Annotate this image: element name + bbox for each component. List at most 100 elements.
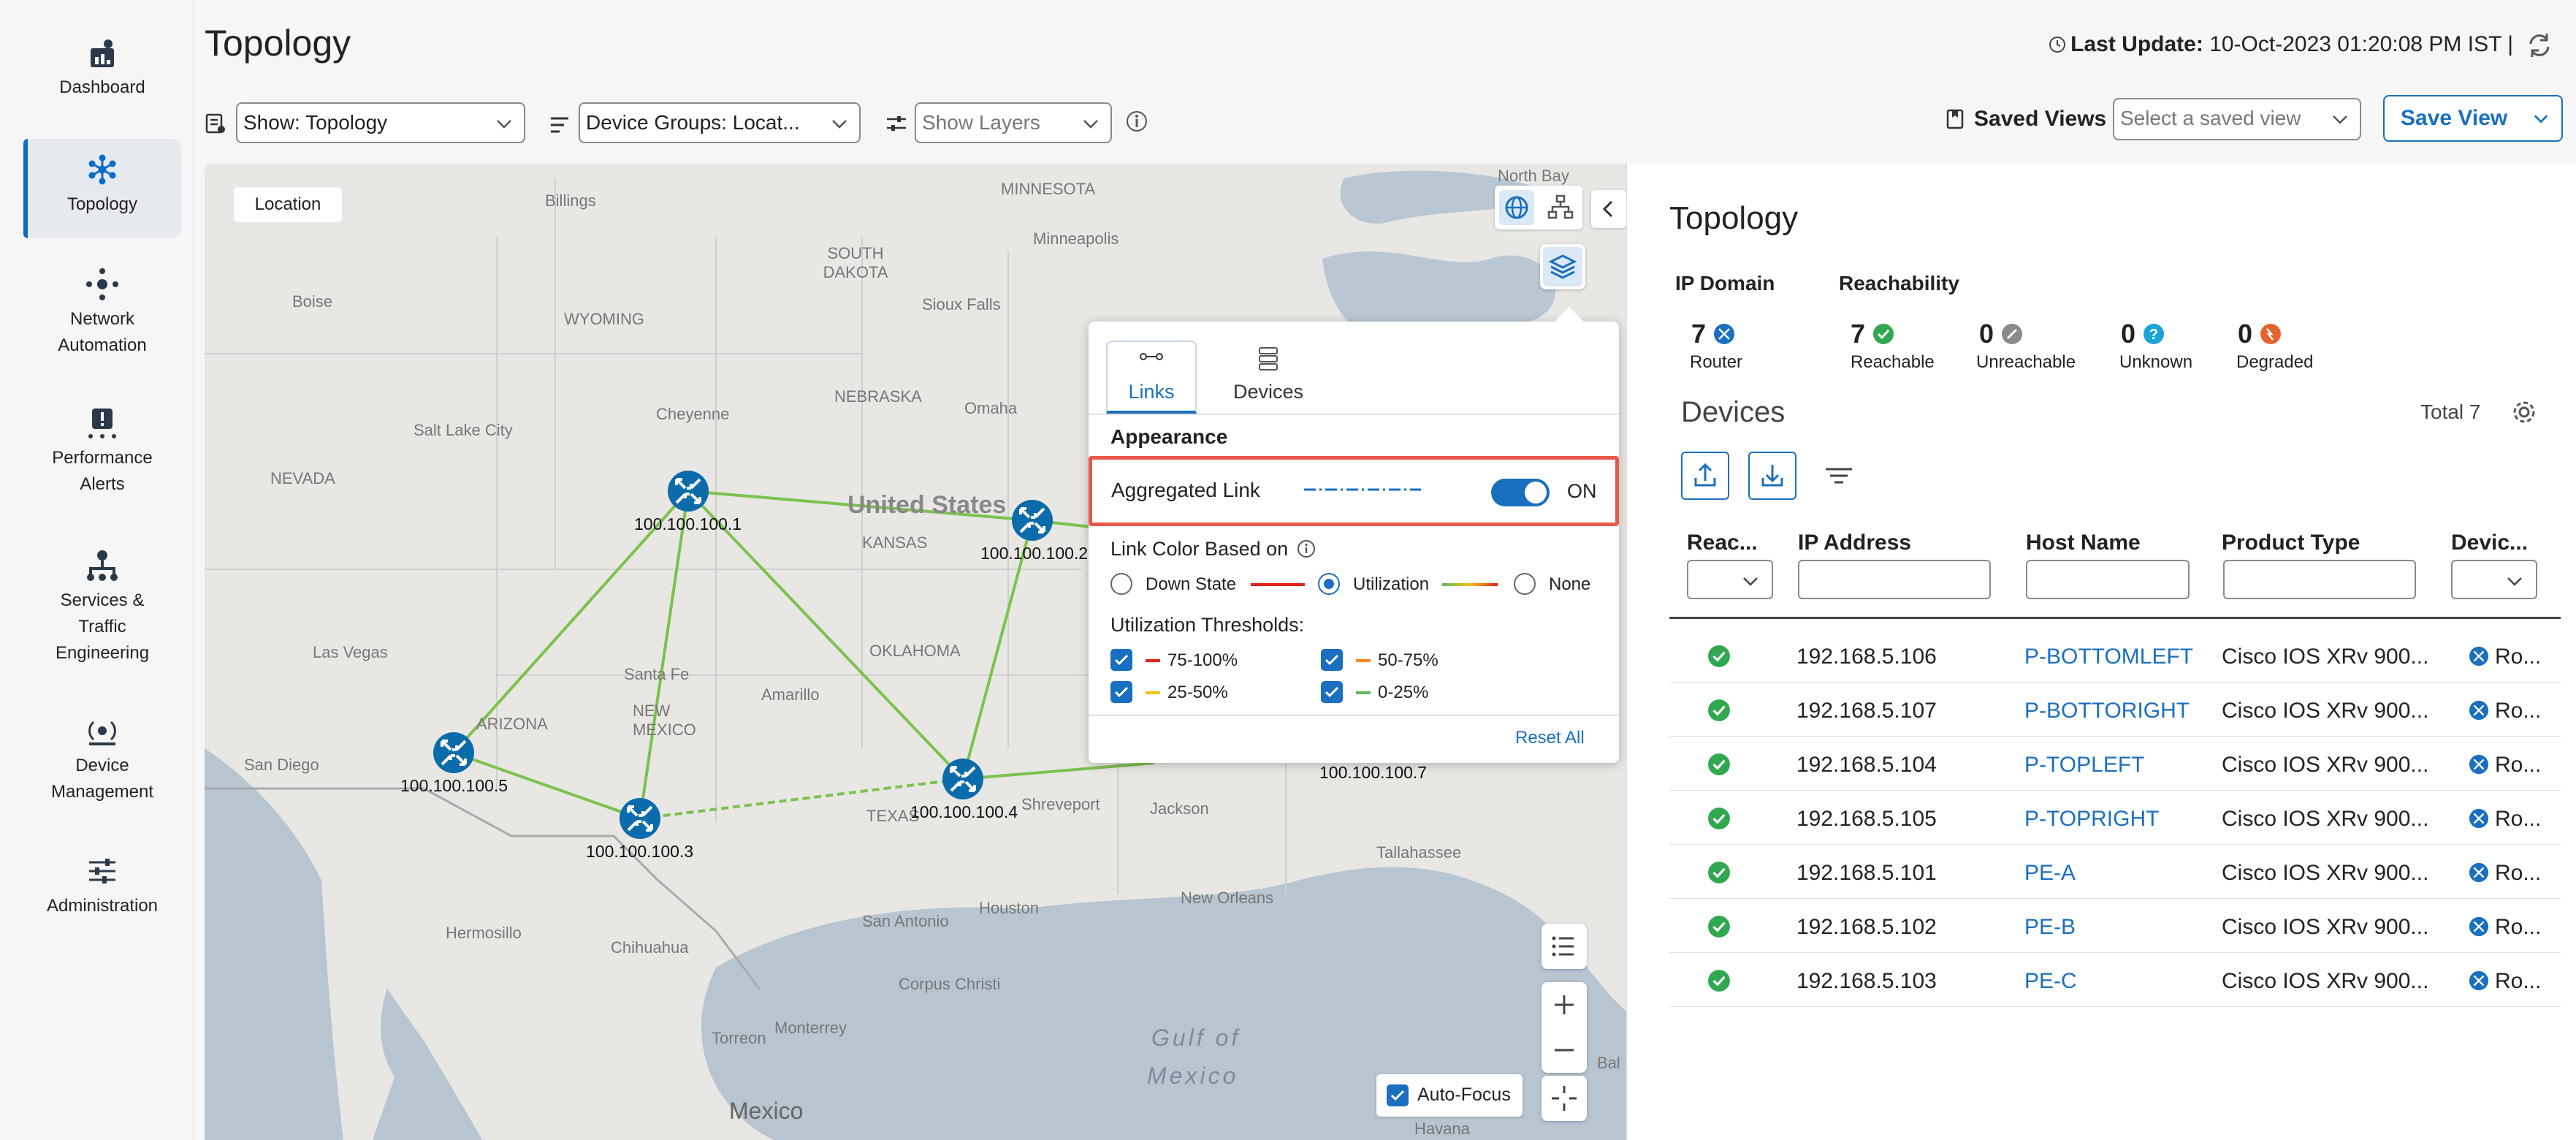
reachability-filter[interactable]: [1687, 560, 1773, 599]
product-filter-input[interactable]: [2223, 560, 2416, 599]
saved-views-label: Saved Views: [1974, 107, 2107, 131]
router-icon: [668, 471, 709, 512]
radio-none[interactable]: [1514, 573, 1536, 595]
router-node[interactable]: [941, 757, 985, 805]
host-name-link[interactable]: PE-C: [2024, 969, 2077, 994]
reachable-icon: [1708, 970, 1730, 992]
ip-filter-input[interactable]: [1798, 560, 1991, 599]
sidebar-item-performance-alerts[interactable]: Performance Alerts: [23, 406, 181, 501]
device-groups-select[interactable]: Device Groups: Locat...: [579, 102, 861, 143]
clock-icon: [2049, 37, 2066, 53]
chevron-down-icon: [497, 120, 511, 129]
router-node[interactable]: [618, 797, 662, 844]
sidebar-item-services[interactable]: Services & Traffic Engineering: [23, 548, 181, 672]
host-name-link[interactable]: P-BOTTORIGHT: [2024, 699, 2190, 723]
auto-focus-toggle[interactable]: Auto-Focus: [1376, 1074, 1523, 1117]
map-place-label: North Bay: [1498, 167, 1569, 185]
sidebar-item-device-management[interactable]: Device Management: [23, 713, 181, 808]
sidebar-item-administration[interactable]: Administration: [23, 854, 181, 927]
save-view-button[interactable]: Save View: [2383, 95, 2563, 142]
saved-view-select[interactable]: Select a saved view: [2113, 98, 2361, 140]
total-count: Total 7: [2420, 400, 2481, 423]
column-header-reachability[interactable]: Reac...: [1687, 531, 1758, 555]
show-select[interactable]: Show: Topology: [236, 102, 525, 143]
router-icon: [2469, 916, 2489, 937]
reachable-icon: [1873, 324, 1894, 344]
hierarchy-icon[interactable]: [1543, 190, 1578, 225]
sidebar-item-label: Automation: [58, 335, 147, 355]
device-type-cell: Ro...: [2495, 861, 2542, 885]
map-place-label: Cheyenne: [656, 405, 730, 423]
sidebar-item-label: Alerts: [80, 474, 125, 494]
column-header-host[interactable]: Host Name: [2026, 531, 2141, 555]
router-node[interactable]: [1010, 498, 1054, 546]
table-row[interactable]: 192.168.5.101 PE-A Cisco IOS XRv 900... …: [1669, 845, 2561, 899]
router-node[interactable]: [666, 469, 710, 517]
recenter-button[interactable]: [1542, 1076, 1587, 1121]
legend-button[interactable]: [1542, 924, 1587, 969]
column-header-product[interactable]: Product Type: [2222, 531, 2360, 555]
devices-heading: Devices: [1681, 396, 1786, 428]
threshold-swatch: [1356, 691, 1371, 694]
sidebar-item-topology[interactable]: Topology: [23, 139, 181, 238]
export-button[interactable]: [1681, 452, 1729, 500]
threshold-checkbox-75-100[interactable]: [1110, 649, 1132, 671]
zoom-out-icon[interactable]: [1542, 1027, 1587, 1073]
map-place-label: Minneapolis: [1033, 229, 1119, 248]
down-state-label: Down State: [1146, 574, 1237, 594]
sidebar-item-network-automation[interactable]: Network Automation: [23, 267, 181, 362]
threshold-checkbox-0-25[interactable]: [1321, 681, 1343, 703]
globe-icon[interactable]: [1499, 190, 1534, 225]
map-place-label: Havana: [1414, 1120, 1470, 1138]
table-row[interactable]: 192.168.5.105 P-TOPRIGHT Cisco IOS XRv 9…: [1669, 791, 2561, 845]
table-row[interactable]: 192.168.5.104 P-TOPLEFT Cisco IOS XRv 90…: [1669, 737, 2561, 791]
map-place-label: San Antonio: [862, 912, 949, 930]
sidebar-item-label: Traffic: [78, 617, 126, 636]
device-filter[interactable]: [2451, 560, 2537, 599]
column-header-ip[interactable]: IP Address: [1798, 531, 1911, 555]
device-type-cell: Ro...: [2495, 807, 2542, 831]
reset-all-link[interactable]: Reset All: [1515, 728, 1585, 748]
radio-down-state[interactable]: [1110, 573, 1132, 595]
threshold-checkbox-25-50[interactable]: [1110, 681, 1132, 703]
save-view-label: Save View: [2401, 106, 2508, 130]
info-icon[interactable]: [1297, 539, 1316, 558]
router-count: 7: [1691, 319, 1707, 349]
host-filter-input[interactable]: [2026, 560, 2190, 599]
sidebar-item-label: Performance: [52, 448, 153, 468]
table-row[interactable]: 192.168.5.107 P-BOTTORIGHT Cisco IOS XRv…: [1669, 683, 2561, 737]
filter-icon[interactable]: [1824, 465, 1853, 487]
host-name-link[interactable]: PE-B: [2024, 915, 2076, 940]
host-name-link[interactable]: PE-A: [2024, 861, 2076, 886]
column-header-device[interactable]: Devic...: [2451, 531, 2528, 555]
appearance-heading: Appearance: [1110, 425, 1228, 448]
host-name-link[interactable]: P-TOPLEFT: [2024, 753, 2144, 778]
router-node[interactable]: [432, 731, 476, 778]
reachable-label: Reachable: [1851, 352, 1935, 372]
auto-focus-checkbox[interactable]: [1387, 1084, 1409, 1106]
import-button[interactable]: [1748, 452, 1796, 500]
info-icon[interactable]: [1125, 110, 1148, 133]
table-row[interactable]: 192.168.5.106 P-BOTTOMLEFT Cisco IOS XRv…: [1669, 628, 2561, 683]
aggregated-link-label: Aggregated Link: [1111, 479, 1260, 501]
table-row[interactable]: 192.168.5.102 PE-B Cisco IOS XRv 900... …: [1669, 899, 2561, 953]
tab-devices[interactable]: Devices: [1217, 341, 1319, 414]
map-place-label: Jackson: [1150, 799, 1209, 818]
utilization-label: Utilization: [1353, 574, 1430, 594]
aggregated-link-toggle[interactable]: [1491, 479, 1550, 506]
refresh-icon[interactable]: [2523, 29, 2556, 61]
sidebar-item-dashboard[interactable]: Dashboard: [23, 35, 181, 115]
layers-button[interactable]: [1540, 244, 1585, 289]
product-type-cell: Cisco IOS XRv 900...: [2222, 861, 2429, 885]
settings-gear-icon[interactable]: [2510, 398, 2539, 427]
radio-utilization[interactable]: [1318, 573, 1340, 595]
reachable-icon: [1708, 699, 1730, 721]
tab-links[interactable]: Links: [1106, 341, 1197, 414]
host-name-link[interactable]: P-TOPRIGHT: [2024, 807, 2159, 832]
host-name-link[interactable]: P-BOTTOMLEFT: [2024, 645, 2193, 669]
table-row[interactable]: 192.168.5.103 PE-C Cisco IOS XRv 900... …: [1669, 953, 2561, 1007]
show-layers-select[interactable]: Show Layers: [915, 102, 1112, 143]
threshold-checkbox-50-75[interactable]: [1321, 649, 1343, 671]
panel-collapse-toggle[interactable]: [1591, 190, 1626, 228]
zoom-in-icon[interactable]: [1542, 982, 1587, 1027]
